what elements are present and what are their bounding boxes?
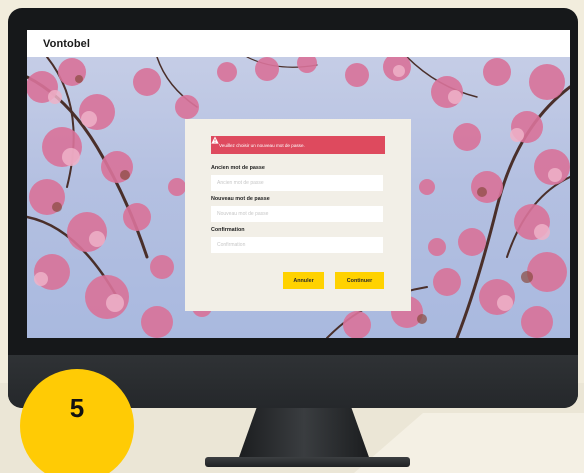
cancel-button[interactable]: Annuler xyxy=(283,272,324,289)
brand-logo: Vontobel xyxy=(43,38,91,50)
step-badge: 5 xyxy=(20,369,134,473)
warning-triangle-icon xyxy=(211,136,219,144)
new-password-label: Nouveau mot de passe xyxy=(211,196,270,202)
monitor-stand-base xyxy=(205,457,410,467)
monitor-stand xyxy=(238,408,370,460)
continue-button[interactable]: Continuer xyxy=(335,272,384,289)
alert-message: Veuillez choisir un nouveau mot de passe… xyxy=(219,142,305,148)
step-number: 5 xyxy=(69,393,85,423)
old-password-label: Ancien mot de passe xyxy=(211,165,265,171)
error-alert: Veuillez choisir un nouveau mot de passe… xyxy=(211,136,385,154)
monitor-screen: Vontobel Veuillez choisir un nouveau mot… xyxy=(27,30,570,338)
confirmation-label: Confirmation xyxy=(211,227,245,233)
old-password-input[interactable] xyxy=(211,175,383,191)
change-password-dialog: Veuillez choisir un nouveau mot de passe… xyxy=(185,119,411,311)
cherry-blossom-background: Veuillez choisir un nouveau mot de passe… xyxy=(27,57,570,338)
app-header: Vontobel xyxy=(27,30,570,57)
new-password-input[interactable] xyxy=(211,206,383,222)
confirmation-input[interactable] xyxy=(211,237,383,253)
